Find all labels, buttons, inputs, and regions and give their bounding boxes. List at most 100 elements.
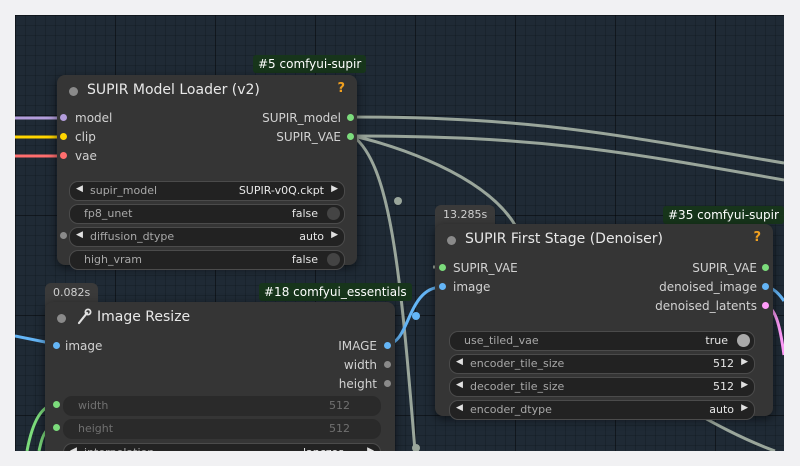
diffusion-dtype-combo[interactable]: ◀ diffusion_dtype auto ▶ — [69, 227, 345, 247]
height-input-dot[interactable] — [53, 424, 60, 431]
widget-label: fp8_unet — [84, 207, 133, 220]
supir-vae-input-dot[interactable] — [439, 264, 446, 271]
help-icon[interactable]: ? — [753, 230, 761, 245]
vae-input-dot[interactable] — [60, 152, 67, 159]
width-output-dot[interactable] — [384, 361, 391, 368]
widget-value: 512 — [713, 380, 734, 393]
arrow-left-icon[interactable]: ◀ — [456, 380, 463, 390]
collapse-toggle[interactable] — [447, 236, 456, 245]
toggle-knob[interactable] — [327, 253, 340, 266]
widget-label: height — [78, 422, 114, 435]
denoised-image-output-dot[interactable] — [762, 283, 769, 290]
supir-model-combo[interactable]: ◀ supir_model SUPIR-v0Q.ckpt ▶ — [69, 181, 345, 201]
decoder-tile-size-stepper[interactable]: ◀ decoder_tile_size 512 ▶ — [449, 377, 755, 397]
toggle-knob[interactable] — [737, 334, 750, 347]
height-output-label: height — [338, 377, 377, 391]
node-title: SUPIR Model Loader (v2) — [87, 82, 260, 98]
node-id-badge: #35 comfyui-supir — [663, 206, 784, 224]
wrench-icon — [75, 308, 93, 326]
widget-value: SUPIR-v0Q.ckpt — [238, 184, 324, 197]
image-input-label: image — [65, 339, 103, 353]
high-vram-toggle[interactable]: high_vram false — [69, 250, 345, 270]
supir-vae-output-label: SUPIR_VAE — [692, 261, 757, 275]
arrow-right-icon[interactable]: ▶ — [331, 230, 338, 240]
widget-value: 512 — [329, 399, 350, 412]
width-output-label: width — [343, 358, 377, 372]
height-output-dot[interactable] — [384, 380, 391, 387]
wire-supir-vae-out-right — [352, 134, 784, 182]
widget-value: true — [705, 334, 728, 347]
widget-value: false — [291, 207, 318, 220]
widget-label: encoder_tile_size — [470, 357, 565, 370]
supir-vae-output-label: SUPIR_VAE — [276, 130, 341, 144]
arrow-right-icon[interactable]: ▶ — [367, 446, 374, 451]
widget-label: high_vram — [84, 253, 142, 266]
arrow-left-icon[interactable]: ◀ — [456, 403, 463, 413]
widget-value: auto — [709, 403, 734, 416]
widget-label: width — [78, 399, 109, 412]
clip-input-dot[interactable] — [60, 133, 67, 140]
supir-model-output-label: SUPIR_model — [262, 111, 341, 125]
image-input-label: image — [453, 280, 491, 294]
width-input[interactable]: width 512 — [63, 396, 381, 416]
denoised-image-output-label: denoised_image — [659, 280, 757, 294]
wire-supir-model-out — [352, 115, 784, 165]
arrow-right-icon[interactable]: ▶ — [331, 184, 338, 194]
supir-model-output-dot[interactable] — [347, 114, 354, 121]
arrow-right-icon[interactable]: ▶ — [741, 380, 748, 390]
supir-first-stage-denoiser-node[interactable]: SUPIR First Stage (Denoiser) ? SUPIR_VAE… — [435, 224, 773, 420]
node-header[interactable]: SUPIR Model Loader (v2) ? — [57, 75, 357, 107]
image-output-dot[interactable] — [384, 342, 391, 349]
widget-label: diffusion_dtype — [90, 230, 175, 243]
denoised-latents-output-dot[interactable] — [762, 302, 769, 309]
denoised-latents-output-label: denoised_latents — [655, 299, 757, 313]
height-input[interactable]: height 512 — [63, 419, 381, 439]
supir-vae-output-dot[interactable] — [762, 264, 769, 271]
collapse-toggle[interactable] — [57, 314, 66, 323]
model-input-label: model — [75, 111, 113, 125]
node-id-badge: #18 comfyui_essentials — [259, 283, 412, 301]
clip-input-label: clip — [75, 130, 96, 144]
node-graph-canvas[interactable]: #5 comfyui-supir SUPIR Model Loader (v2)… — [15, 15, 784, 451]
node-header[interactable]: Image Resize — [45, 302, 395, 334]
image-resize-node[interactable]: Image Resize image IMAGE width height wi… — [45, 302, 395, 451]
arrow-right-icon[interactable]: ▶ — [741, 357, 748, 367]
interpolation-combo[interactable]: ◀ interpolation lanczos ▶ — [63, 443, 381, 451]
collapse-toggle[interactable] — [69, 87, 78, 96]
model-input-dot[interactable] — [60, 114, 67, 121]
supir-vae-input-label: SUPIR_VAE — [453, 261, 518, 275]
arrow-left-icon[interactable]: ◀ — [76, 230, 83, 240]
use-tiled-vae-toggle[interactable]: use_tiled_vae true — [449, 331, 755, 351]
widget-label: interpolation — [84, 446, 154, 451]
widget-value: 512 — [329, 422, 350, 435]
node-title: SUPIR First Stage (Denoiser) — [465, 231, 664, 247]
widget-label: encoder_dtype — [470, 403, 552, 416]
widget-label: supir_model — [90, 184, 158, 197]
widget-value: false — [291, 253, 318, 266]
fp8-unet-toggle[interactable]: fp8_unet false — [69, 204, 345, 224]
widget-value: 512 — [713, 357, 734, 370]
arrow-right-icon[interactable]: ▶ — [741, 403, 748, 413]
arrow-left-icon[interactable]: ◀ — [456, 357, 463, 367]
encoder-tile-size-stepper[interactable]: ◀ encoder_tile_size 512 ▶ — [449, 354, 755, 374]
image-output-label: IMAGE — [338, 339, 377, 353]
node-id-badge: #5 comfyui-supir — [253, 55, 367, 73]
toggle-knob[interactable] — [327, 207, 340, 220]
width-input-dot[interactable] — [53, 401, 60, 408]
arrow-left-icon[interactable]: ◀ — [76, 184, 83, 194]
widget-value: lanczos — [303, 446, 344, 451]
node-title: Image Resize — [97, 309, 191, 325]
encoder-dtype-combo[interactable]: ◀ encoder_dtype auto ▶ — [449, 400, 755, 420]
supir-vae-output-dot[interactable] — [347, 133, 354, 140]
vae-input-label: vae — [75, 149, 97, 163]
arrow-left-icon[interactable]: ◀ — [70, 446, 77, 451]
widget-label: decoder_tile_size — [470, 380, 565, 393]
image-input-dot[interactable] — [439, 283, 446, 290]
diffusion-dtype-input-dot[interactable] — [60, 232, 67, 239]
node-header[interactable]: SUPIR First Stage (Denoiser) ? — [435, 224, 773, 256]
supir-model-loader-node[interactable]: SUPIR Model Loader (v2) ? model clip vae… — [57, 75, 357, 270]
widget-label: use_tiled_vae — [464, 334, 539, 347]
help-icon[interactable]: ? — [337, 81, 345, 96]
widget-value: auto — [299, 230, 324, 243]
image-input-dot[interactable] — [53, 342, 60, 349]
